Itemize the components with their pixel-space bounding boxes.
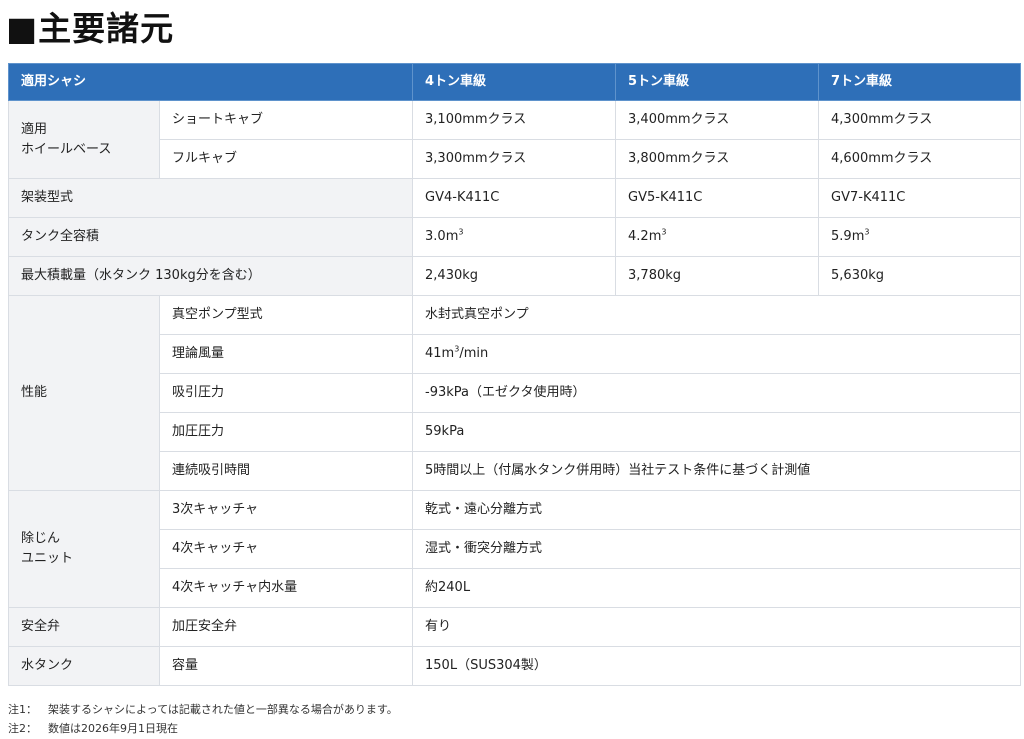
sub-label: ショートキャブ xyxy=(158,100,414,140)
table-row: 吸引圧力 -93kPa（エゼクタ使用時） xyxy=(9,373,1022,413)
cell-value: 4,600mmクラス xyxy=(818,139,1022,179)
category-max-load: 最大積載量（水タンク 130kg分を含む） xyxy=(7,256,414,296)
footnote-mark: 注2： xyxy=(8,722,37,735)
table-row: 最大積載量（水タンク 130kg分を含む） 2,430kg 3,780kg 5,… xyxy=(7,256,1022,296)
sub-label: 4次キャッチャ xyxy=(158,529,414,569)
cell-value: 5,630kg xyxy=(818,256,1022,296)
table-row: 加圧圧力 59kPa xyxy=(9,412,1022,452)
table-row: 連続吸引時間 5時間以上（付属水タンク併用時）当社テスト条件に基づく計測値 xyxy=(9,451,1022,491)
category-performance: 性能 xyxy=(8,295,160,491)
sub-label: 連続吸引時間 xyxy=(158,451,414,491)
cell-value: 41m3/min xyxy=(412,334,1022,374)
sub-label: フルキャブ xyxy=(158,139,414,179)
table-row: 水タンク 容量 150L（SUS304製） xyxy=(8,646,1022,686)
cell-value: 約240L xyxy=(412,568,1022,608)
page-title: ■主要諸元 xyxy=(6,9,175,48)
sub-label: 理論風量 xyxy=(158,334,414,374)
sub-label: 3次キャッチャ xyxy=(158,490,414,530)
cell-value: -93kPa（エゼクタ使用時） xyxy=(412,373,1022,413)
cell-value: 3,800mmクラス xyxy=(615,139,820,179)
table-row: タンク全容積 3.0m3 4.2m3 5.9m3 xyxy=(7,217,1022,257)
table-row: 架装型式 GV4-K411C GV5-K411C GV7-K411C xyxy=(7,178,1022,218)
category-tank-volume: タンク全容積 xyxy=(7,217,414,257)
cell-value: 4,300mmクラス xyxy=(818,100,1022,140)
table-row: 4次キャッチャ 湿式・衝突分離方式 xyxy=(9,529,1022,569)
header-4t: 4トン車級 xyxy=(412,63,617,101)
sub-label: 吸引圧力 xyxy=(158,373,414,413)
cell-value: 3,780kg xyxy=(615,256,820,296)
table-row: 除じん ユニット 3次キャッチャ 乾式・遠心分離方式 xyxy=(8,490,1022,608)
table-row: フルキャブ 3,300mmクラス 3,800mmクラス 4,600mmクラス xyxy=(9,139,1022,179)
table-row: 4次キャッチャ内水量 約240L xyxy=(9,568,1022,608)
table-row: 安全弁 加圧安全弁 有り xyxy=(8,607,1022,647)
table-row: 適用 ホイールベース ショートキャブ 3,100mmクラス 3,400mmクラス… xyxy=(8,100,1022,179)
table-header-row: 適用シャシ 4トン車級 5トン車級 7トン車級 xyxy=(7,63,1022,101)
cell-value: 150L（SUS304製） xyxy=(412,646,1022,686)
cell-value: 3,300mmクラス xyxy=(412,139,617,179)
category-wheelbase: 適用 ホイールベース xyxy=(8,100,160,179)
cell-value: GV5-K411C xyxy=(615,178,820,218)
spec-table: 適用シャシ 4トン車級 5トン車級 7トン車級 適用 ホイールベース ショートキ… xyxy=(7,63,1022,686)
header-5t: 5トン車級 xyxy=(615,63,820,101)
footnote: 注1： 架装するシャシによっては記載された値と一部異なる場合があります。 xyxy=(8,700,398,719)
table-row: 理論風量 41m3/min xyxy=(9,334,1022,374)
footnote-text: 架装するシャシによっては記載された値と一部異なる場合があります。 xyxy=(48,703,398,716)
cell-value: 5.9m3 xyxy=(818,217,1022,257)
cell-value: GV4-K411C xyxy=(412,178,617,218)
footnote-mark: 注1： xyxy=(8,703,37,716)
table-row: 性能 真空ポンプ型式 水封式真空ポンプ xyxy=(8,295,1022,491)
cell-value: 4.2m3 xyxy=(615,217,820,257)
header-chassis: 適用シャシ xyxy=(7,63,414,101)
sub-label: 真空ポンプ型式 xyxy=(158,295,414,335)
footnotes: 注1： 架装するシャシによっては記載された値と一部異なる場合があります。 注2：… xyxy=(8,700,398,738)
category-safety-valve: 安全弁 xyxy=(8,607,160,647)
category-model: 架装型式 xyxy=(7,178,414,218)
cell-value: 湿式・衝突分離方式 xyxy=(412,529,1022,569)
sub-label: 容量 xyxy=(158,646,414,686)
cell-value: 3.0m3 xyxy=(412,217,617,257)
footnote-text: 数値は2026年9月1日現在 xyxy=(48,722,178,735)
footnote: 注2： 数値は2026年9月1日現在 xyxy=(8,719,398,738)
cell-value: 有り xyxy=(412,607,1022,647)
cell-value: 2,430kg xyxy=(412,256,617,296)
cell-value: 3,100mmクラス xyxy=(412,100,617,140)
cell-value: GV7-K411C xyxy=(818,178,1022,218)
header-7t: 7トン車級 xyxy=(818,63,1022,101)
category-water-tank: 水タンク xyxy=(8,646,160,686)
cell-value: 59kPa xyxy=(412,412,1022,452)
sub-label: 加圧安全弁 xyxy=(158,607,414,647)
category-dust-unit: 除じん ユニット xyxy=(8,490,160,608)
sub-label: 4次キャッチャ内水量 xyxy=(158,568,414,608)
sub-label: 加圧圧力 xyxy=(158,412,414,452)
cell-value: 乾式・遠心分離方式 xyxy=(412,490,1022,530)
cell-value: 水封式真空ポンプ xyxy=(412,295,1022,335)
cell-value: 3,400mmクラス xyxy=(615,100,820,140)
cell-value: 5時間以上（付属水タンク併用時）当社テスト条件に基づく計測値 xyxy=(412,451,1022,491)
